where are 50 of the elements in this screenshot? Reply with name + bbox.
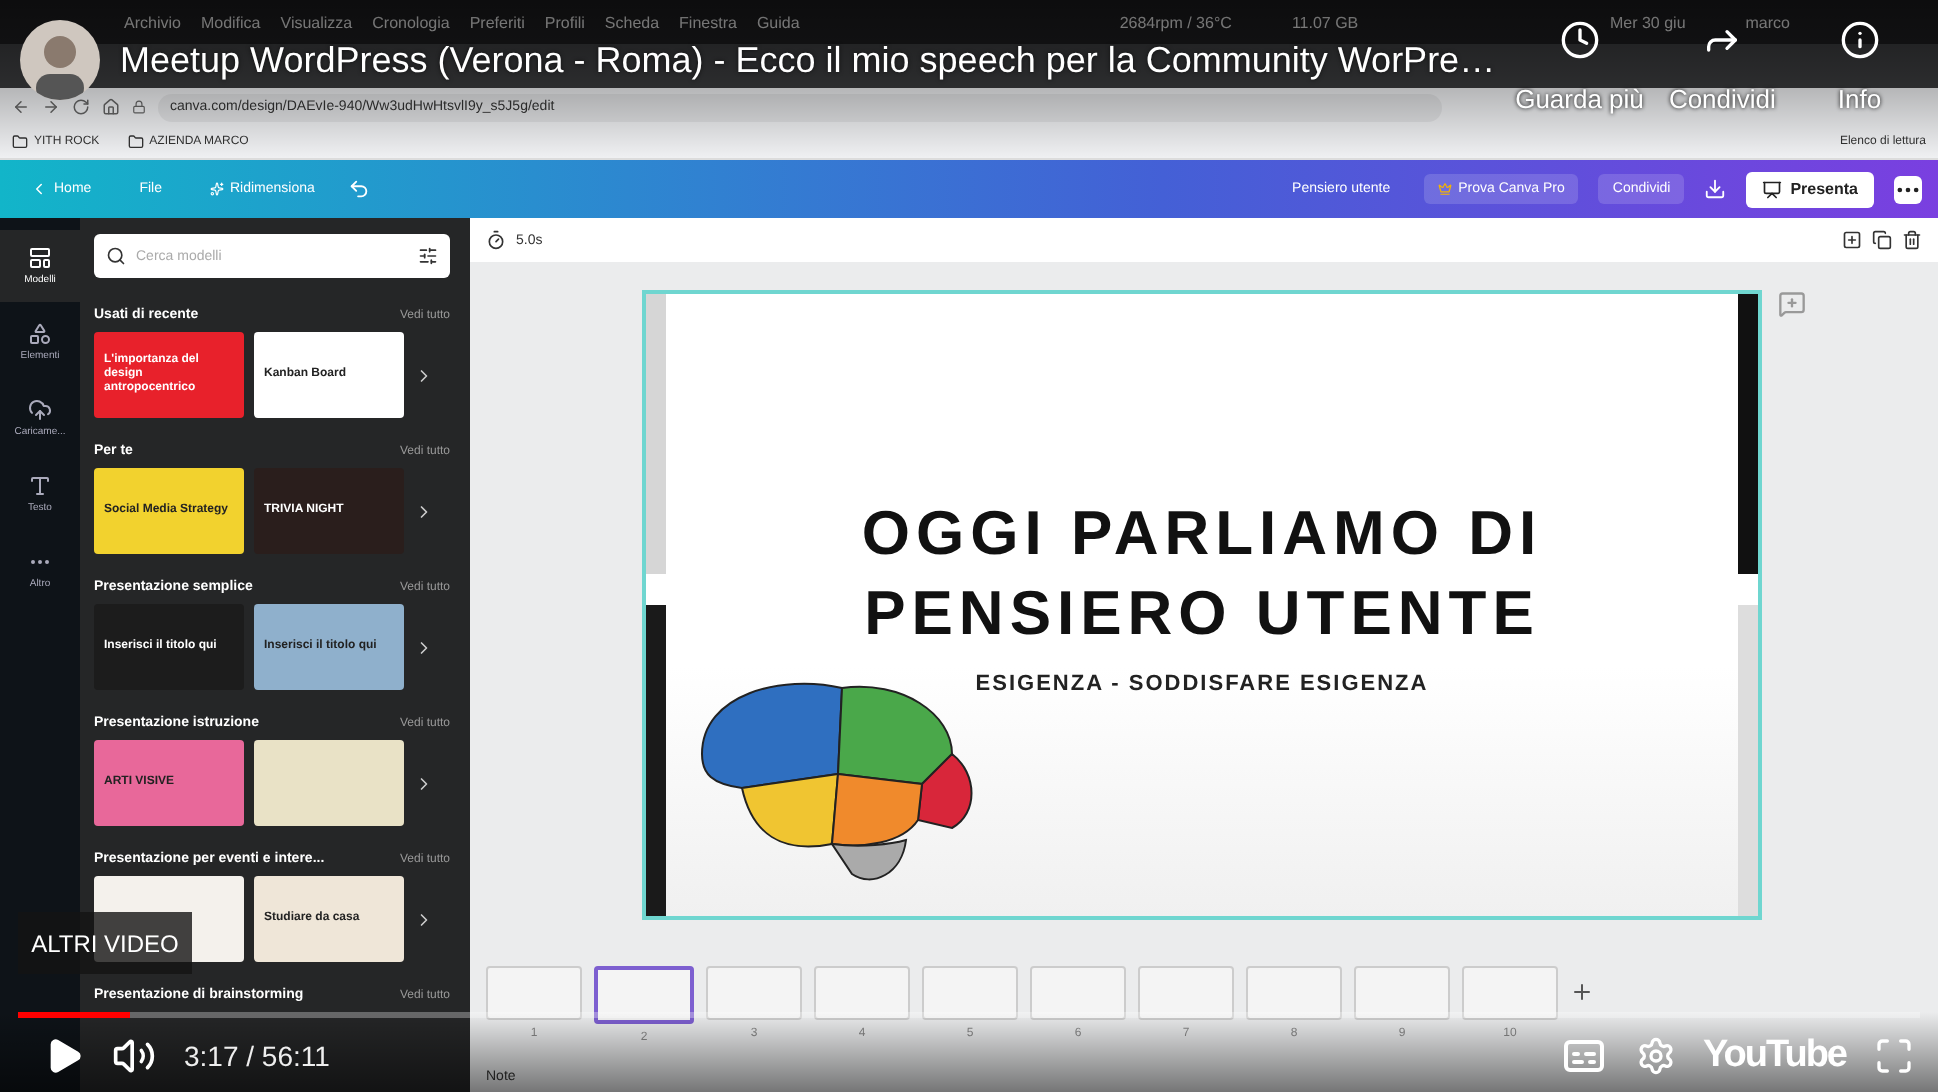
status-text: 11.07 GB	[1291, 13, 1359, 31]
info-icon[interactable]	[1839, 20, 1880, 60]
settings-icon[interactable]	[1635, 1035, 1676, 1075]
menu-item[interactable]: Profili	[544, 13, 585, 31]
forward-icon[interactable]	[42, 98, 60, 116]
clock-icon[interactable]	[1559, 20, 1600, 60]
chevron-left-icon	[30, 180, 48, 198]
search-icon	[106, 246, 126, 266]
present-button[interactable]: Presenta	[1746, 171, 1874, 207]
status-text: Mer 30 giu	[1609, 13, 1686, 31]
menu-item[interactable]: Preferiti	[469, 13, 525, 31]
time-text: 3:17 / 56:11	[184, 1039, 330, 1071]
page-thumbnail[interactable]	[594, 966, 694, 1024]
slide-subtitle: ESIGENZA - SODDISFARE ESIGENZA	[975, 671, 1429, 696]
presentation-icon	[1762, 179, 1783, 199]
progress-bar[interactable]	[18, 1012, 1920, 1018]
menu-item[interactable]: Archivio	[124, 13, 181, 31]
uploads-icon	[28, 398, 52, 422]
copy-icon[interactable]	[1872, 230, 1892, 250]
undo-icon[interactable]	[348, 178, 371, 200]
menu-item[interactable]: Modifica	[200, 13, 261, 31]
menu-item[interactable]: Guida	[756, 13, 800, 31]
menu-item[interactable]: Cronologia	[372, 13, 450, 31]
folder-icon[interactable]	[127, 134, 144, 150]
filter-icon	[418, 246, 438, 266]
elements-icon	[28, 322, 52, 346]
back-icon[interactable]	[12, 98, 30, 116]
status-text: marco	[1745, 13, 1790, 31]
status-text: 2684rpm / 36°C	[1119, 13, 1232, 31]
slide-title: OGGI PARLIAMO DI PENSIERO UTENTE	[861, 496, 1543, 653]
crown-icon	[1438, 182, 1453, 196]
lock-icon	[132, 100, 146, 114]
templates-icon	[28, 246, 52, 270]
add-page-icon[interactable]	[1842, 230, 1862, 250]
text-icon	[28, 474, 52, 498]
folder-icon[interactable]	[12, 134, 28, 150]
sparkle-icon	[209, 182, 224, 196]
add-icon[interactable]	[1570, 980, 1594, 1004]
more-videos-button[interactable]: ALTRI VIDEO	[18, 912, 192, 974]
reload-icon[interactable]	[72, 98, 90, 116]
slide[interactable]: OGGI PARLIAMO DI PENSIERO UTENTE ESIGENZA - SODDISFARE ESIGENZA	[642, 290, 1762, 920]
menu-item[interactable]: Finestra	[679, 13, 737, 31]
trash-icon[interactable]	[1902, 230, 1922, 250]
download-icon[interactable]	[1704, 178, 1727, 200]
menu-item[interactable]: Visualizza	[280, 13, 353, 31]
more-icon[interactable]	[1894, 175, 1922, 203]
home-icon[interactable]	[102, 98, 120, 116]
menu-item[interactable]: Scheda	[604, 13, 660, 31]
fullscreen-icon[interactable]	[1874, 1035, 1914, 1075]
timer-icon[interactable]	[486, 230, 506, 250]
